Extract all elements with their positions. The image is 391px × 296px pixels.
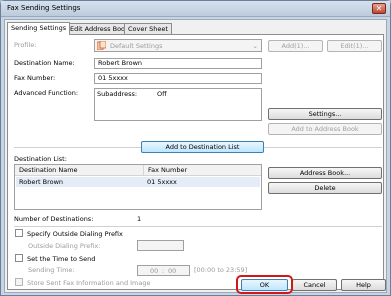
destination-list[interactable]: Destination Name Fax Number Robert Brown…: [14, 164, 262, 210]
chevron-down-icon: ⌄: [252, 42, 258, 50]
window-title: Fax Sending Settings: [7, 4, 81, 12]
fax-number-field[interactable]: 01 5xxxx: [94, 73, 262, 84]
list-header: Destination Name Fax Number: [15, 165, 261, 176]
store-fax-checkbox-label[interactable]: Store Sent Fax Information and Image: [27, 279, 151, 287]
dialog-client-area: Sending Settings Edit Address Book Cover…: [4, 19, 387, 293]
fax-number-label: Fax Number:: [14, 74, 56, 82]
destination-name-label: Destination Name:: [14, 59, 75, 67]
section-divider-2: [14, 226, 382, 227]
sending-time-field[interactable]: 00 : 00: [137, 265, 190, 276]
profile-label: Profile:: [14, 41, 37, 49]
close-icon: ✕: [375, 4, 383, 13]
outside-prefix-label: Outside Dialing Prefix:: [28, 242, 101, 250]
outside-prefix-checkbox[interactable]: [15, 229, 23, 237]
destination-list-label: Destination List:: [14, 155, 67, 163]
settings-button[interactable]: Settings...: [268, 108, 382, 120]
sending-time-hour: 00: [150, 267, 159, 275]
profile-icon: [97, 41, 106, 50]
destination-name-field[interactable]: Robert Brown: [94, 58, 262, 69]
tab-cover-sheet[interactable]: Cover Sheet: [124, 23, 172, 34]
column-header-fax-number[interactable]: Fax Number: [143, 165, 187, 175]
number-of-destinations-label: Number of Destinations:: [14, 215, 94, 223]
outside-prefix-checkbox-label[interactable]: Specify Outside Dialing Prefix: [27, 230, 123, 238]
profile-edit-button[interactable]: Edit(1)...: [327, 40, 382, 52]
send-time-checkbox-label[interactable]: Set the Time to Send: [27, 255, 95, 263]
profile-add-button[interactable]: Add(1)...: [268, 40, 323, 52]
outside-prefix-field[interactable]: [137, 240, 184, 251]
advanced-function-label: Advanced Function:: [14, 89, 79, 97]
advanced-function-box: Subaddress: Off: [94, 88, 262, 121]
fax-sending-settings-dialog: Fax Sending Settings ✕ Sending Settings …: [0, 0, 391, 296]
add-to-address-book-button[interactable]: Add to Address Book: [268, 123, 382, 135]
add-to-destination-list-button[interactable]: Add to Destination List: [141, 141, 264, 153]
subaddress-value: Off: [157, 90, 167, 98]
ok-highlight-annotation: [236, 275, 293, 294]
sending-time-range: [00:00 to 23:59]: [194, 266, 248, 274]
profile-select[interactable]: Default Settings ⌄: [94, 39, 262, 52]
title-bar[interactable]: Fax Sending Settings ✕: [1, 1, 390, 17]
subaddress-label: Subaddress:: [97, 90, 138, 98]
send-time-checkbox[interactable]: [15, 254, 23, 262]
store-fax-checkbox[interactable]: [15, 278, 23, 286]
cancel-button[interactable]: Cancel: [292, 279, 337, 291]
row-destination-name: Robert Brown: [19, 178, 64, 186]
address-book-button[interactable]: Address Book...: [268, 167, 382, 179]
help-button[interactable]: Help: [341, 279, 386, 291]
sending-time-separator: :: [162, 267, 165, 275]
column-header-destination-name[interactable]: Destination Name: [19, 166, 78, 174]
tab-sending-settings[interactable]: Sending Settings: [7, 22, 71, 35]
number-of-destinations-value: 1: [137, 215, 142, 223]
tab-edit-address-book[interactable]: Edit Address Book: [66, 23, 133, 34]
table-row[interactable]: Robert Brown 01 5xxxx: [16, 177, 260, 187]
sending-settings-panel: Profile: Default Settings ⌄ Add(1)... Ed…: [7, 34, 384, 290]
sending-time-label: Sending Time:: [28, 266, 75, 274]
profile-value: Default Settings: [110, 42, 163, 50]
delete-button[interactable]: Delete: [268, 182, 382, 194]
row-fax-number: 01 5xxxx: [147, 178, 177, 186]
close-button[interactable]: ✕: [372, 3, 386, 14]
sending-time-minute: 00: [168, 267, 177, 275]
